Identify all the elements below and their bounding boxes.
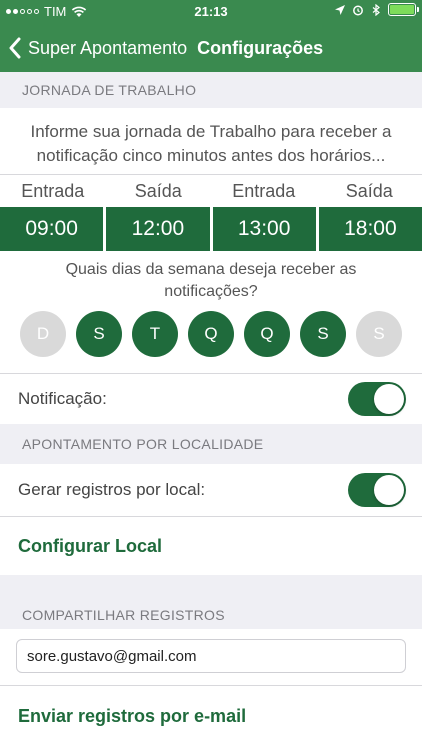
column-label-entrada-1: Entrada <box>21 180 85 201</box>
alarm-icon <box>353 5 363 15</box>
day-toggle-tuesday[interactable]: T <box>132 311 178 357</box>
column-label-saida-1: Saída <box>134 180 182 201</box>
days-question-line2: notificações? <box>164 283 258 300</box>
configurar-local-link[interactable]: Configurar Local <box>0 517 422 575</box>
jornada-info-line1: Informe sua jornada de Trabalho para rec… <box>30 122 392 141</box>
time-button-entrada-2[interactable]: 13:00 <box>212 207 316 251</box>
chevron-left-icon <box>9 37 21 59</box>
column-label-saida-2: Saída <box>345 180 393 201</box>
toggle-knob <box>374 475 404 505</box>
status-bar: TIM 21:13 <box>0 0 422 24</box>
back-button[interactable]: Super Apontamento <box>0 37 187 59</box>
day-toggle-friday[interactable]: S <box>300 311 346 357</box>
time-button-saida-2[interactable]: 18:00 <box>318 207 422 251</box>
column-label-entrada-2: Entrada <box>232 180 296 201</box>
location-arrow-icon <box>335 4 345 15</box>
days-question-line1: Quais dias da semana deseja receber as <box>65 261 357 278</box>
gerar-registros-toggle[interactable] <box>348 473 406 507</box>
gerar-registros-row: Gerar registros por local: <box>0 464 422 516</box>
toggle-knob <box>374 384 404 414</box>
battery-icon <box>388 3 419 16</box>
notification-row: Notificação: <box>0 374 422 424</box>
day-toggle-saturday[interactable]: S <box>356 311 402 357</box>
time-button-saida-1[interactable]: 12:00 <box>106 207 210 251</box>
back-label: Super Apontamento <box>28 37 188 58</box>
section-header-jornada: JORNADA DE TRABALHO <box>0 72 422 108</box>
navigation-bar: Super Apontamento Configurações <box>0 24 422 72</box>
app-header: TIM 21:13 Super Apontamento Configuraçõe… <box>0 0 422 72</box>
send-email-link[interactable]: Enviar registros por e-mail <box>0 686 422 746</box>
day-toggle-sunday[interactable]: D <box>20 311 66 357</box>
time-buttons: 09:00 12:00 13:00 18:00 <box>0 207 422 251</box>
jornada-info-line2: notificação cinco minutos antes dos horá… <box>36 146 386 165</box>
gerar-registros-label: Gerar registros por local: <box>18 480 206 499</box>
day-toggle-thursday[interactable]: Q <box>244 311 290 357</box>
status-right <box>334 3 419 16</box>
time-button-entrada-1[interactable]: 09:00 <box>0 207 104 251</box>
jornada-info-text: Informe sua jornada de Trabalho para rec… <box>0 108 422 174</box>
notification-label: Notificação: <box>18 389 107 408</box>
bluetooth-icon <box>372 3 380 16</box>
time-column-labels: Entrada Saída Entrada Saída <box>0 175 422 207</box>
page-title: Configurações <box>197 37 324 58</box>
day-toggle-wednesday[interactable]: Q <box>188 311 234 357</box>
section-header-localidade: APONTAMENTO POR LOCALIDADE <box>0 424 422 464</box>
email-field-wrapper <box>0 629 422 685</box>
weekday-selector: D S T Q Q S S <box>0 303 422 373</box>
notification-toggle[interactable] <box>348 382 406 416</box>
email-field[interactable] <box>16 639 406 673</box>
day-toggle-monday[interactable]: S <box>76 311 122 357</box>
days-question: Quais dias da semana deseja receber as n… <box>0 251 422 303</box>
section-header-compartilhar: COMPARTILHAR REGISTROS <box>0 575 422 629</box>
